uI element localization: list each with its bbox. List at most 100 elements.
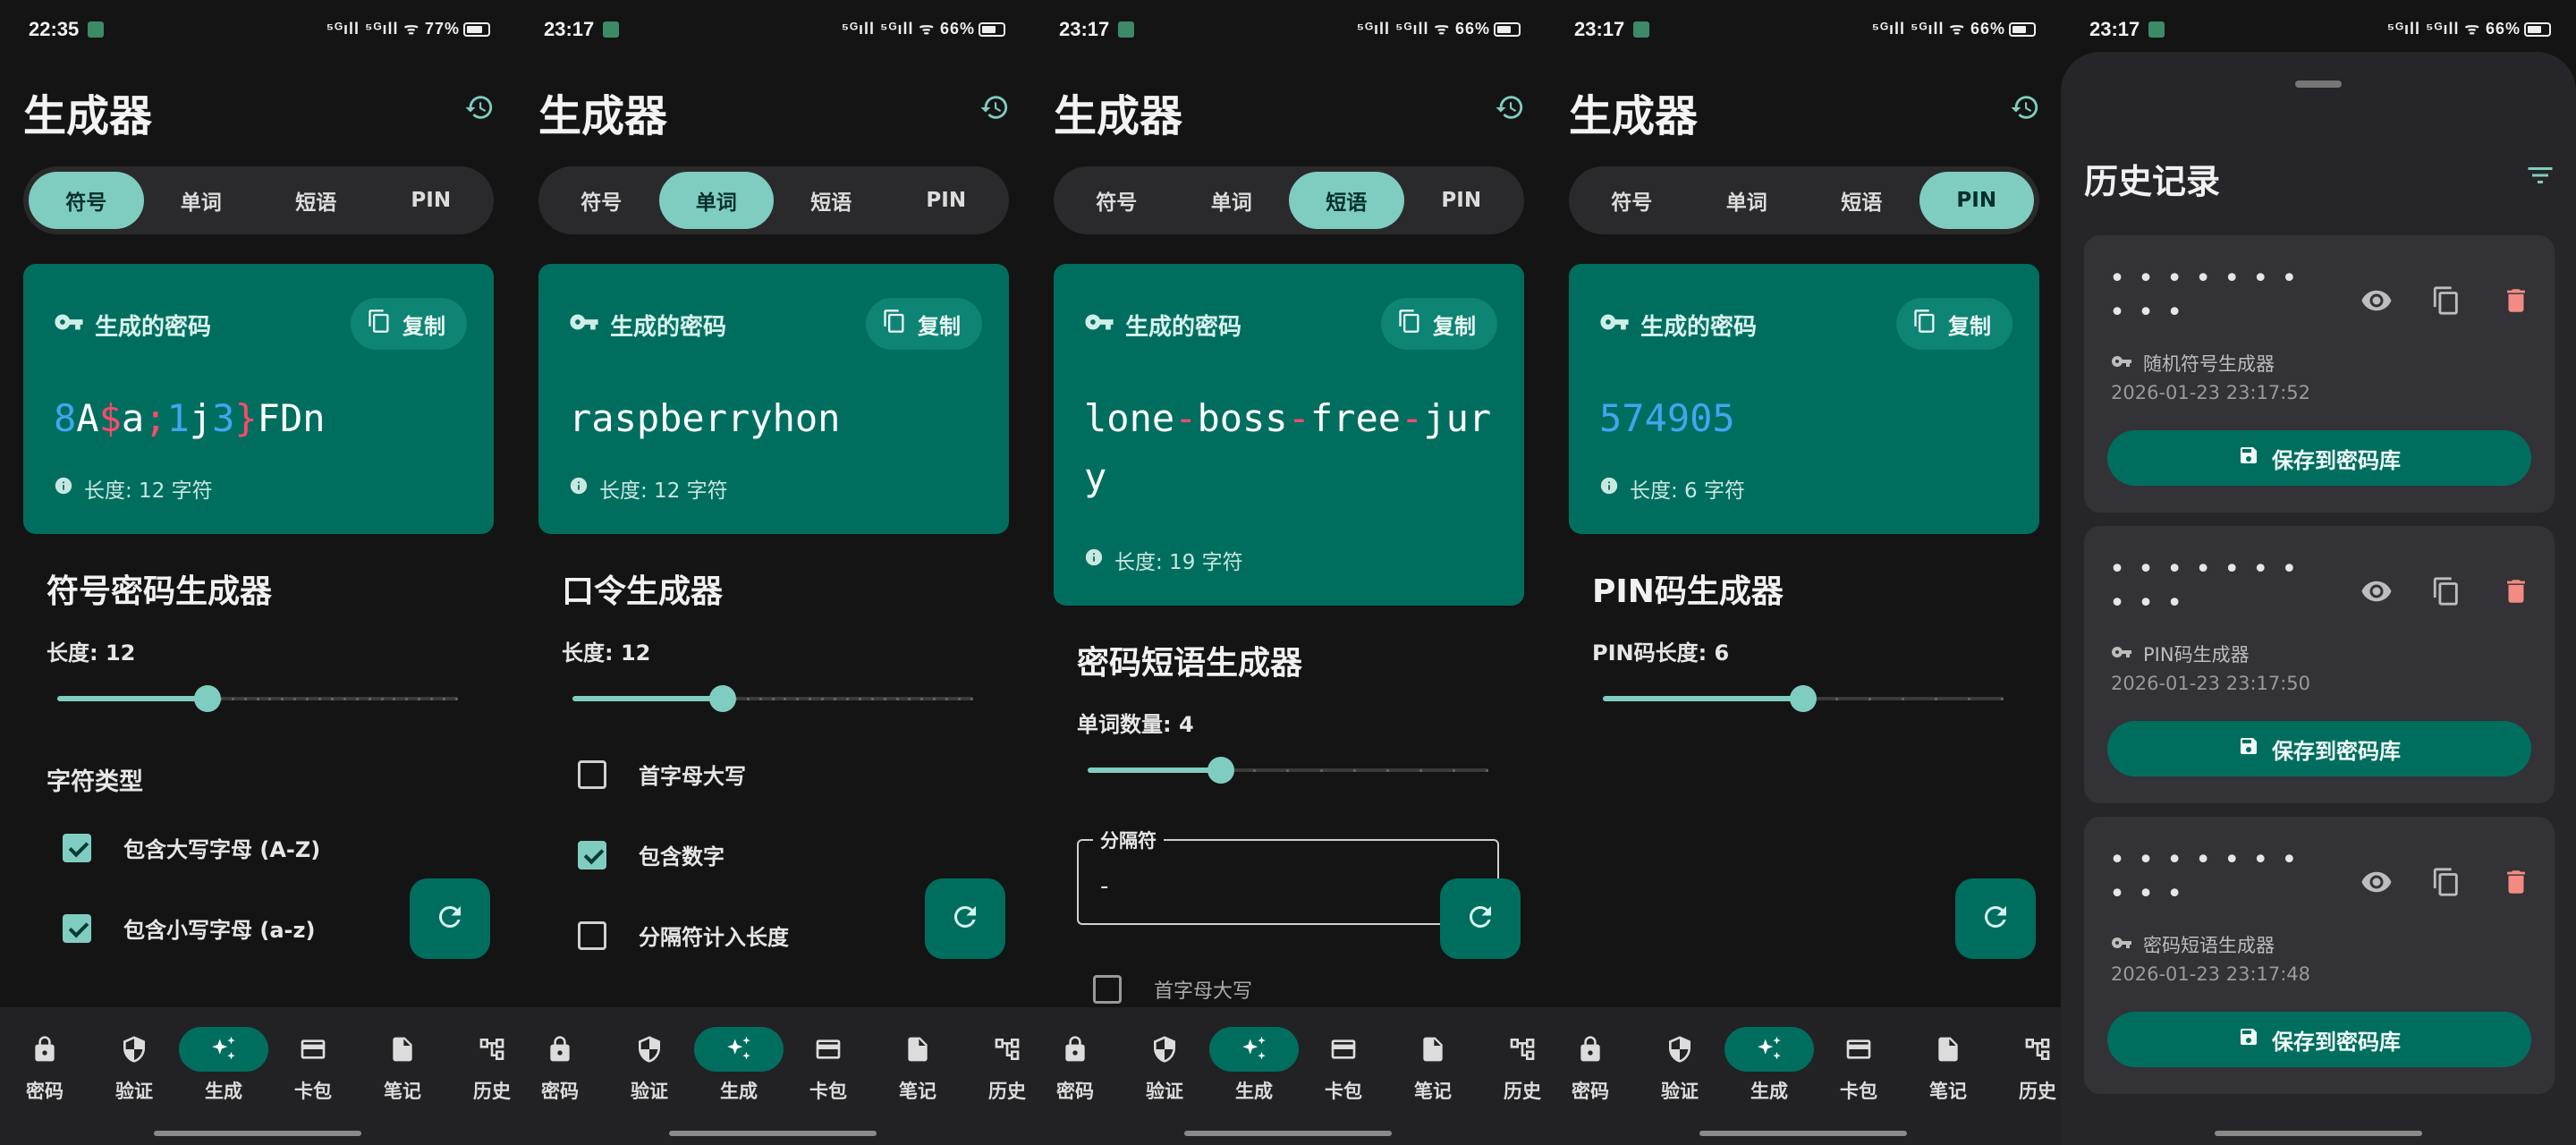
slider-thumb[interactable] [1790, 685, 1817, 712]
history-icon[interactable] [458, 86, 501, 129]
password-char: 1 [166, 396, 190, 440]
option-row[interactable]: 包含数字 [578, 839, 724, 870]
nav-item-5[interactable]: 历史 [1993, 1007, 2061, 1106]
lock-icon [1030, 1027, 1120, 1072]
nav-item-2[interactable]: 生成 [1209, 1007, 1299, 1106]
regenerate-button[interactable] [925, 878, 1005, 959]
page-title: 生成器 [538, 91, 668, 141]
copy-button[interactable]: 复制 [1896, 298, 2012, 350]
nav-item-4[interactable]: 笔记 [1388, 1007, 1478, 1106]
history-icon[interactable] [1488, 86, 1531, 129]
nav-item-1[interactable]: 验证 [1635, 1007, 1724, 1106]
nav-item-5[interactable]: 历史 [1478, 1007, 1546, 1106]
nav-item-0[interactable]: 密码 [0, 1007, 89, 1106]
regenerate-button[interactable] [410, 878, 490, 959]
save-to-vault-button[interactable]: 保存到密码库 [2107, 430, 2531, 486]
nav-item-0[interactable]: 密码 [1030, 1007, 1120, 1106]
option-row[interactable]: 首字母大写 [578, 759, 746, 790]
delete-icon[interactable] [2492, 858, 2540, 906]
nav-item-2[interactable]: 生成 [179, 1007, 268, 1106]
tab-3[interactable]: PIN [1919, 172, 2034, 229]
nav-item-3[interactable]: 卡包 [1299, 1007, 1388, 1106]
copy-button[interactable]: 复制 [866, 298, 982, 350]
option-row[interactable]: 包含大写字母 (A-Z) [63, 832, 320, 863]
tab-0[interactable]: 符号 [29, 172, 144, 229]
tab-2[interactable]: 短语 [1804, 172, 1919, 229]
checkbox[interactable] [1093, 975, 1122, 1004]
info-icon [54, 476, 73, 501]
eye-icon[interactable] [2352, 567, 2401, 615]
nav-item-1[interactable]: 验证 [89, 1007, 179, 1106]
checkbox[interactable] [63, 833, 91, 862]
password-char: free [1309, 396, 1402, 440]
tab-1[interactable]: 单词 [1690, 172, 1805, 229]
save-to-vault-button[interactable]: 保存到密码库 [2107, 1012, 2531, 1067]
tab-3[interactable]: PIN [1404, 172, 1520, 229]
regenerate-button[interactable] [1955, 878, 2036, 959]
length-slider[interactable] [1603, 683, 2004, 714]
eye-icon[interactable] [2352, 276, 2401, 325]
length-slider[interactable] [572, 683, 973, 714]
page-title: 生成器 [23, 91, 153, 141]
copy-icon[interactable] [2422, 858, 2470, 906]
nav-item-0[interactable]: 密码 [515, 1007, 605, 1106]
tab-3[interactable]: PIN [889, 172, 1004, 229]
nav-item-4[interactable]: 笔记 [358, 1007, 447, 1106]
length-slider[interactable] [1088, 755, 1488, 785]
shield-icon [1635, 1027, 1724, 1072]
copy-icon[interactable] [2422, 276, 2470, 325]
option-row[interactable]: 包含小写字母 (a-z) [63, 912, 315, 944]
tab-2[interactable]: 短语 [774, 172, 889, 229]
nav-item-1[interactable]: 验证 [605, 1007, 694, 1106]
filter-icon[interactable] [2522, 157, 2558, 193]
copy-icon [1397, 309, 1422, 339]
history-icon[interactable] [973, 86, 1016, 129]
drag-handle[interactable] [2295, 81, 2342, 88]
nav-item-5[interactable]: 历史 [447, 1007, 515, 1106]
checkbox[interactable] [578, 920, 606, 950]
tab-2[interactable]: 短语 [258, 172, 374, 229]
copy-button[interactable]: 复制 [351, 298, 467, 350]
tab-1[interactable]: 单词 [144, 172, 259, 229]
delete-icon[interactable] [2492, 276, 2540, 325]
tab-1[interactable]: 单词 [1174, 172, 1290, 229]
nav-item-2[interactable]: 生成 [694, 1007, 784, 1106]
status-time: 23:17 [1574, 18, 1625, 40]
tab-2[interactable]: 短语 [1289, 172, 1404, 229]
tab-0[interactable]: 符号 [544, 172, 659, 229]
tab-1[interactable]: 单词 [658, 172, 774, 229]
slider-thumb[interactable] [709, 685, 736, 712]
nav-item-0[interactable]: 密码 [1546, 1007, 1635, 1106]
nav-item-1[interactable]: 验证 [1120, 1007, 1209, 1106]
sparkle-icon [179, 1027, 268, 1072]
option-row[interactable]: 分隔符计入长度 [578, 920, 789, 951]
nav-item-4[interactable]: 笔记 [1903, 1007, 1993, 1106]
checkbox[interactable] [578, 759, 606, 789]
tab-0[interactable]: 符号 [1574, 172, 1690, 229]
slider-thumb[interactable] [194, 685, 221, 712]
copy-icon[interactable] [2422, 567, 2470, 615]
tab-0[interactable]: 符号 [1059, 172, 1174, 229]
nav-item-2[interactable]: 生成 [1724, 1007, 1814, 1106]
length-slider[interactable] [57, 683, 458, 714]
separator-field[interactable]: 分隔符 - [1077, 827, 1499, 925]
nav-label: 验证 [115, 1081, 153, 1102]
checkbox[interactable] [578, 840, 606, 869]
option-row[interactable]: 首字母大写 [1093, 975, 1252, 1004]
slider-thumb[interactable] [1208, 757, 1235, 784]
nav-item-3[interactable]: 卡包 [784, 1007, 873, 1106]
history-icon[interactable] [2004, 86, 2046, 129]
checkbox[interactable] [63, 913, 91, 943]
nav-item-4[interactable]: 笔记 [873, 1007, 962, 1106]
regenerate-button[interactable] [1440, 878, 1521, 959]
eye-icon[interactable] [2352, 858, 2401, 906]
copy-button[interactable]: 复制 [1381, 298, 1497, 350]
nav-item-3[interactable]: 卡包 [1814, 1007, 1903, 1106]
status-signal: ⁵ᴳıll ⁵ᴳıll ᯤ 77% [326, 20, 460, 38]
nav-item-3[interactable]: 卡包 [268, 1007, 358, 1106]
tab-3[interactable]: PIN [374, 172, 489, 229]
save-to-vault-button[interactable]: 保存到密码库 [2107, 721, 2531, 776]
password-char: F [257, 396, 280, 440]
delete-icon[interactable] [2492, 567, 2540, 615]
nav-item-5[interactable]: 历史 [962, 1007, 1030, 1106]
